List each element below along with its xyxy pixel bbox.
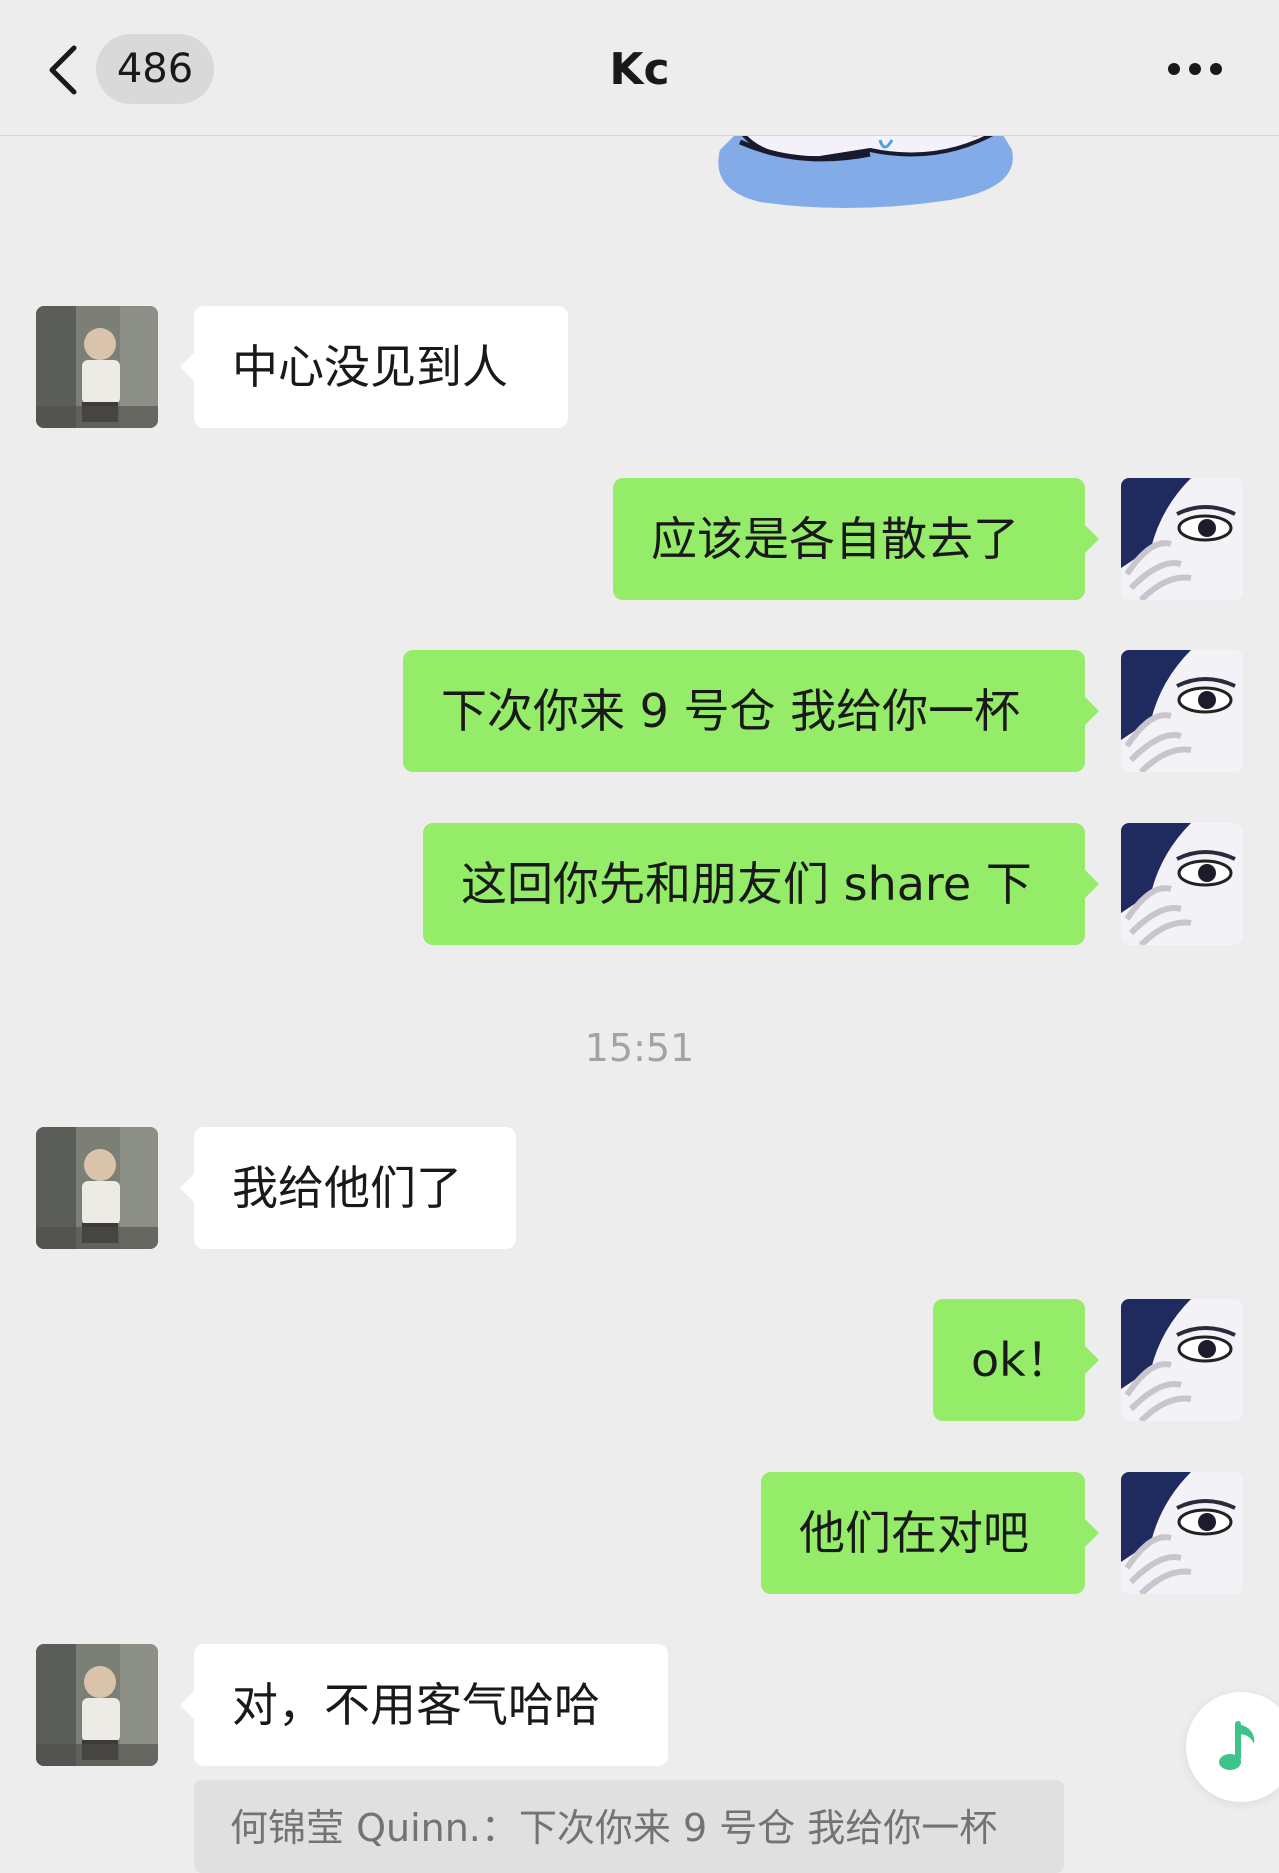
received-message-bubble[interactable]: 中心没见到人 <box>180 306 568 428</box>
my-avatar[interactable] <box>1121 478 1243 600</box>
quoted-message[interactable]: 何锦莹 Quinn.：下次你来 9 号仓 我给你一杯 <box>194 1780 1064 1873</box>
sent-message-bubble[interactable]: 他们在对吧 <box>761 1472 1099 1594</box>
sent-message-bubble[interactable]: 这回你先和朋友们 share 下 <box>423 823 1099 945</box>
chevron-left-icon[interactable] <box>44 42 84 98</box>
contact-avatar[interactable] <box>36 1644 158 1766</box>
received-message-bubble[interactable]: 我给他们了 <box>180 1127 516 1249</box>
unread-count-badge[interactable]: 486 <box>96 34 214 104</box>
music-note-icon <box>1219 1721 1255 1770</box>
my-avatar[interactable] <box>1121 823 1243 945</box>
contact-avatar[interactable] <box>36 1127 158 1249</box>
chat-header: 486 Kc <box>0 0 1279 136</box>
contact-avatar[interactable] <box>36 306 158 428</box>
my-avatar[interactable] <box>1121 650 1243 772</box>
sent-message-bubble[interactable]: 应该是各自散去了 <box>613 478 1099 600</box>
music-player-button[interactable] <box>1186 1692 1279 1802</box>
my-avatar[interactable] <box>1121 1299 1243 1421</box>
ellipsis-icon[interactable] <box>1166 54 1224 84</box>
my-avatar[interactable] <box>1121 1472 1243 1594</box>
sent-message-bubble[interactable]: 下次你来 9 号仓 我给你一杯 <box>403 650 1099 772</box>
sent-message-bubble[interactable]: ok！ <box>933 1299 1099 1421</box>
message-timestamp: 15:51 <box>584 1026 695 1070</box>
chat-title: Kc <box>609 44 670 95</box>
received-message-bubble[interactable]: 对，不用客气哈哈 <box>180 1644 668 1766</box>
